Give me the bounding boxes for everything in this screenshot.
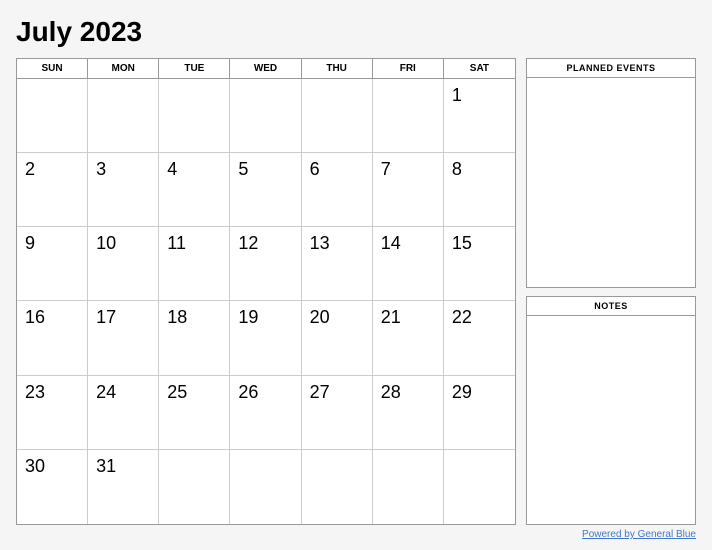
calendar-cell xyxy=(444,450,515,524)
calendar-cell xyxy=(88,79,159,153)
calendar-cell-22: 22 xyxy=(444,301,515,375)
calendar-cell xyxy=(17,79,88,153)
calendar-grid: 1 2 3 4 5 6 7 8 9 10 11 12 13 14 15 16 1… xyxy=(17,79,515,524)
calendar-cell-30: 30 xyxy=(17,450,88,524)
day-header-sun: SUN xyxy=(17,59,88,78)
planned-events-content xyxy=(527,78,695,287)
powered-by-link[interactable]: Powered by General Blue xyxy=(582,529,696,540)
calendar-cell xyxy=(373,450,444,524)
day-header-thu: THU xyxy=(302,59,373,78)
calendar-cell xyxy=(373,79,444,153)
calendar-cell-20: 20 xyxy=(302,301,373,375)
calendar-cell-7: 7 xyxy=(373,153,444,227)
calendar-cell-1: 1 xyxy=(444,79,515,153)
calendar-cell-11: 11 xyxy=(159,227,230,301)
calendar-cell-27: 27 xyxy=(302,376,373,450)
notes-header: NOTES xyxy=(527,297,695,316)
calendar-cell-10: 10 xyxy=(88,227,159,301)
calendar-cell-18: 18 xyxy=(159,301,230,375)
calendar-cell-24: 24 xyxy=(88,376,159,450)
calendar-cell-31: 31 xyxy=(88,450,159,524)
calendar-cell-16: 16 xyxy=(17,301,88,375)
notes-box: NOTES xyxy=(526,296,696,526)
calendar-cell-15: 15 xyxy=(444,227,515,301)
calendar-cell-21: 21 xyxy=(373,301,444,375)
sidebar: PLANNED EVENTS NOTES xyxy=(526,58,696,525)
calendar-cell-9: 9 xyxy=(17,227,88,301)
calendar-cell xyxy=(230,450,301,524)
footer: Powered by General Blue xyxy=(16,529,696,540)
calendar-cell-2: 2 xyxy=(17,153,88,227)
main-area: SUN MON TUE WED THU FRI SAT 1 2 3 xyxy=(16,58,696,525)
calendar-cell-26: 26 xyxy=(230,376,301,450)
calendar-cell xyxy=(302,450,373,524)
calendar-section: SUN MON TUE WED THU FRI SAT 1 2 3 xyxy=(16,58,516,525)
calendar-cell xyxy=(230,79,301,153)
calendar-cell-17: 17 xyxy=(88,301,159,375)
calendar-cell-13: 13 xyxy=(302,227,373,301)
calendar-cell-4: 4 xyxy=(159,153,230,227)
calendar-cell-29: 29 xyxy=(444,376,515,450)
day-header-mon: MON xyxy=(88,59,159,78)
calendar-cell-6: 6 xyxy=(302,153,373,227)
notes-content xyxy=(527,316,695,525)
calendar-cell-23: 23 xyxy=(17,376,88,450)
calendar-cell-19: 19 xyxy=(230,301,301,375)
calendar-cell-12: 12 xyxy=(230,227,301,301)
calendar-cell-14: 14 xyxy=(373,227,444,301)
calendar-page: July 2023 SUN MON TUE WED THU FRI SAT 1 xyxy=(0,0,712,550)
calendar-cell xyxy=(159,450,230,524)
calendar-cell xyxy=(302,79,373,153)
calendar-cell-3: 3 xyxy=(88,153,159,227)
day-header-wed: WED xyxy=(230,59,301,78)
calendar-cell-8: 8 xyxy=(444,153,515,227)
planned-events-box: PLANNED EVENTS xyxy=(526,58,696,288)
day-header-sat: SAT xyxy=(444,59,515,78)
day-headers: SUN MON TUE WED THU FRI SAT xyxy=(17,59,515,79)
day-header-tue: TUE xyxy=(159,59,230,78)
day-header-fri: FRI xyxy=(373,59,444,78)
calendar-cell-25: 25 xyxy=(159,376,230,450)
calendar-cell xyxy=(159,79,230,153)
month-title: July 2023 xyxy=(16,16,696,48)
calendar-cell-28: 28 xyxy=(373,376,444,450)
planned-events-header: PLANNED EVENTS xyxy=(527,59,695,78)
calendar-cell-5: 5 xyxy=(230,153,301,227)
